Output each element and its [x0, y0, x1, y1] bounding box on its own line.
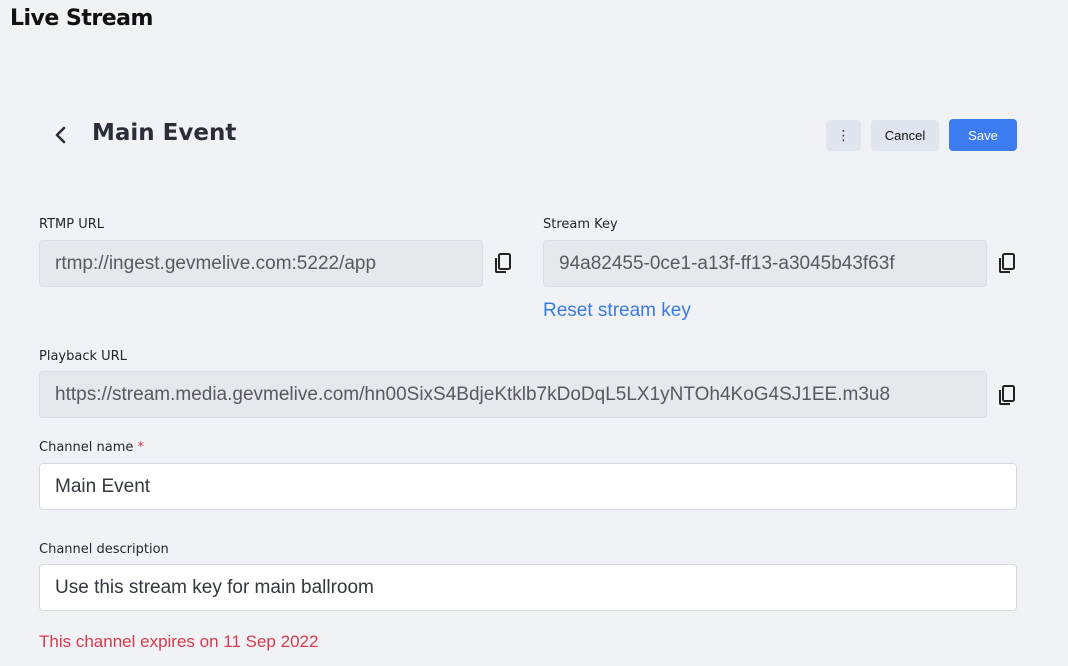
- app-title: Live Stream: [10, 6, 153, 31]
- playback-url-label: Playback URL: [39, 349, 127, 364]
- copy-playback-url-button[interactable]: [997, 383, 1017, 407]
- more-options-button[interactable]: ⋮: [826, 120, 861, 151]
- rtmp-url-label: RTMP URL: [39, 217, 105, 232]
- back-button[interactable]: [47, 121, 75, 149]
- copy-icon: [999, 385, 1015, 405]
- channel-description-label: Channel description: [39, 542, 169, 557]
- channel-description-input[interactable]: Use this stream key for main ballroom: [39, 564, 1017, 611]
- cancel-button[interactable]: Cancel: [871, 120, 939, 151]
- stream-key-label: Stream Key: [543, 217, 618, 232]
- page-header: Main Event ⋮ Cancel Save: [39, 118, 1017, 152]
- copy-rtmp-url-button[interactable]: [493, 251, 513, 275]
- rtmp-url-field[interactable]: rtmp://ingest.gevmelive.com:5222/app: [39, 240, 483, 287]
- channel-name-input[interactable]: Main Event: [39, 463, 1017, 510]
- copy-stream-key-button[interactable]: [997, 251, 1017, 275]
- required-marker: *: [137, 440, 145, 455]
- copy-icon: [495, 253, 511, 273]
- reset-stream-key-link[interactable]: Reset stream key: [543, 300, 691, 322]
- page-title: Main Event: [92, 120, 237, 146]
- channel-name-label: Channel name *: [39, 440, 144, 455]
- copy-icon: [999, 253, 1015, 273]
- playback-url-field[interactable]: https://stream.media.gevmelive.com/hn00S…: [39, 371, 987, 418]
- channel-name-label-text: Channel name: [39, 440, 134, 455]
- save-button[interactable]: Save: [949, 119, 1017, 151]
- stream-key-field[interactable]: 94a82455-0ce1-a13f-ff13-a3045b43f63f: [543, 240, 987, 287]
- chevron-left-icon: [55, 126, 66, 144]
- expiry-notice: This channel expires on 11 Sep 2022: [39, 632, 319, 651]
